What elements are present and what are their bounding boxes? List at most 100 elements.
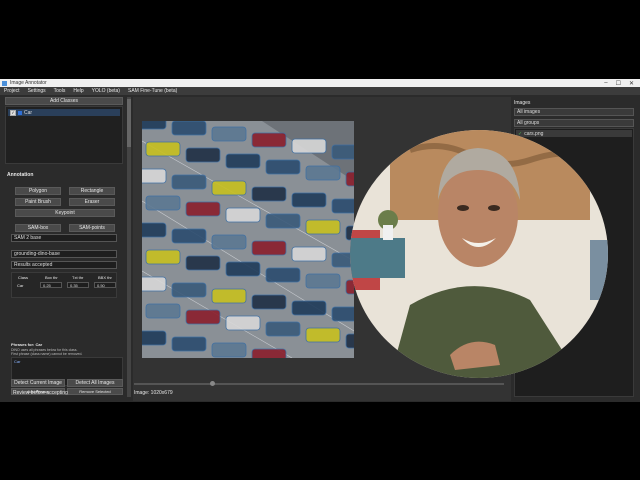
add-classes-button[interactable]: Add Classes — [5, 97, 123, 105]
sam-points-button[interactable]: SAM-points — [69, 224, 115, 232]
car-mask[interactable] — [305, 219, 341, 235]
image-list-item[interactable]: ✓ cars.png — [516, 130, 632, 137]
close-icon[interactable]: ✕ — [629, 80, 634, 87]
class-item-label: Car — [24, 109, 33, 116]
app-icon — [2, 80, 7, 86]
car-mask[interactable] — [265, 159, 301, 175]
review-label: Review before accepting — [13, 390, 68, 396]
annotated-image[interactable] — [142, 121, 354, 358]
class-list: ✓ Car — [5, 106, 123, 164]
minimize-icon[interactable]: – — [604, 80, 607, 87]
keypoint-button[interactable]: Keypoint — [15, 209, 115, 217]
car-mask[interactable] — [345, 171, 354, 187]
title-bar: Image Annotator – ☐ ✕ — [0, 79, 640, 87]
menu-tools[interactable]: Tools — [50, 88, 70, 94]
menu-settings[interactable]: Settings — [24, 88, 50, 94]
car-mask[interactable] — [265, 213, 301, 229]
car-mask[interactable] — [145, 141, 181, 157]
zoom-slider-track[interactable] — [134, 383, 504, 385]
car-mask[interactable] — [211, 126, 247, 142]
car-mask[interactable] — [225, 207, 261, 223]
left-panel: Add Classes ✓ Car Annotation Polygon Rec… — [5, 97, 125, 400]
car-mask[interactable] — [185, 201, 221, 217]
car-mask[interactable] — [171, 121, 207, 136]
car-mask[interactable] — [225, 261, 261, 277]
eraser-button[interactable]: Eraser — [69, 198, 115, 206]
remove-selected-button[interactable]: Remove Selected — [67, 388, 123, 395]
left-panel-scrollbar[interactable] — [127, 97, 131, 397]
car-mask[interactable] — [331, 198, 354, 214]
class-color-swatch[interactable] — [18, 110, 22, 115]
car-mask[interactable] — [171, 174, 207, 190]
car-mask[interactable] — [331, 306, 354, 322]
car-mask[interactable] — [171, 336, 207, 352]
car-mask[interactable] — [251, 186, 287, 202]
sam-box-button[interactable]: SAM-box — [15, 224, 61, 232]
group-filter-select[interactable]: All groups — [514, 119, 634, 127]
phrases-note-2: First phrase (class name) cannot be remo… — [11, 352, 83, 356]
sam-model-select[interactable]: SAM 2 base — [11, 234, 117, 242]
car-mask[interactable] — [251, 348, 287, 358]
class-checkbox[interactable]: ✓ — [10, 109, 16, 116]
car-mask[interactable] — [142, 276, 167, 292]
car-mask[interactable] — [142, 330, 167, 346]
polygon-button[interactable]: Polygon — [15, 187, 61, 195]
car-mask[interactable] — [291, 300, 327, 316]
menu-bar: Project Settings Tools Help YOLO (beta) … — [0, 87, 640, 95]
rectangle-button[interactable]: Rectangle — [69, 187, 115, 195]
threshold-header-txt: Txt thr — [72, 275, 84, 280]
car-mask[interactable] — [251, 132, 287, 148]
car-mask[interactable] — [185, 255, 221, 271]
car-mask[interactable] — [265, 267, 301, 283]
box-threshold-input[interactable]: 0.25 — [40, 282, 62, 288]
menu-project[interactable]: Project — [0, 88, 24, 94]
car-mask[interactable] — [251, 240, 287, 256]
car-mask[interactable] — [171, 282, 207, 298]
dino-model-select[interactable]: grounding-dino-base — [11, 250, 117, 258]
phrase-item[interactable]: Car — [14, 359, 20, 364]
menu-help[interactable]: Help — [69, 88, 87, 94]
paint-brush-button[interactable]: Paint Brush — [15, 198, 61, 206]
car-mask[interactable] — [345, 333, 354, 349]
car-mask[interactable] — [171, 228, 207, 244]
class-item-car[interactable]: ✓ Car — [8, 109, 120, 116]
phrases-title: Phrases for: Car — [11, 342, 43, 347]
car-mask[interactable] — [225, 315, 261, 331]
zoom-slider-handle[interactable] — [210, 381, 215, 386]
car-mask[interactable] — [185, 147, 221, 163]
car-mask[interactable] — [305, 327, 341, 343]
car-mask[interactable] — [211, 342, 247, 358]
image-filter-select[interactable]: All images — [514, 108, 634, 116]
car-mask[interactable] — [265, 321, 301, 337]
car-mask[interactable] — [211, 180, 247, 196]
bbx-threshold-input[interactable]: 0.50 — [94, 282, 116, 288]
car-mask[interactable] — [185, 309, 221, 325]
images-heading: Images — [514, 100, 531, 106]
car-mask[interactable] — [145, 303, 181, 319]
detect-all-images-button[interactable]: Detect All Images — [67, 379, 123, 387]
scrollbar-thumb[interactable] — [127, 99, 131, 147]
maximize-icon[interactable]: ☐ — [616, 80, 621, 87]
car-mask[interactable] — [291, 192, 327, 208]
menu-yolo[interactable]: YOLO (beta) — [88, 88, 124, 94]
car-mask[interactable] — [291, 246, 327, 262]
car-mask[interactable] — [331, 144, 354, 160]
car-mask[interactable] — [291, 138, 327, 154]
car-mask[interactable] — [145, 249, 181, 265]
menu-sam-finetune[interactable]: SAM Fine-Tune (beta) — [124, 88, 181, 94]
detect-current-image-button[interactable]: Detect Current Image — [11, 379, 65, 387]
car-mask[interactable] — [142, 121, 167, 130]
image-file-name: cars.png — [524, 130, 544, 137]
car-mask[interactable] — [142, 222, 167, 238]
car-mask[interactable] — [305, 273, 341, 289]
car-mask[interactable] — [211, 234, 247, 250]
car-mask[interactable] — [211, 288, 247, 304]
car-mask[interactable] — [305, 165, 341, 181]
text-threshold-input[interactable]: 0.35 — [67, 282, 89, 288]
threshold-row-class: Car — [17, 283, 24, 288]
car-mask[interactable] — [225, 153, 261, 169]
webcam-overlay — [350, 130, 608, 378]
car-mask[interactable] — [142, 168, 167, 184]
car-mask[interactable] — [251, 294, 287, 310]
car-mask[interactable] — [145, 195, 181, 211]
